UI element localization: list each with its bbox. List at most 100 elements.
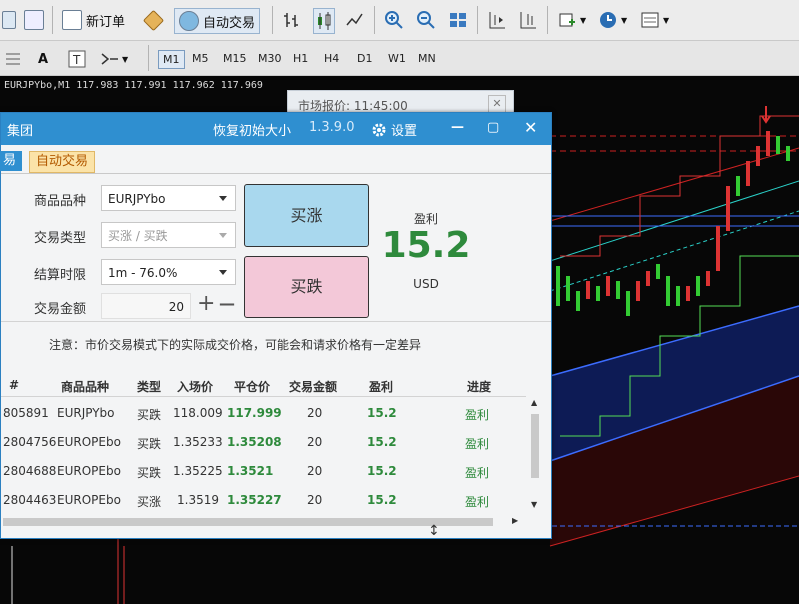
amount-input[interactable]: 20 [101, 293, 191, 319]
amount-value: 20 [168, 300, 184, 314]
indicators-icon[interactable]: ▼ [557, 8, 586, 32]
col-header-close: 平仓价 [234, 380, 271, 394]
call-button[interactable]: 买涨 [244, 184, 369, 247]
auto-trading-button[interactable]: 自动交易 [174, 8, 261, 34]
table-row[interactable]: 2804688 EUROPEbo 买跌 1.35225 1.3521 20 15… [1, 458, 526, 486]
timeframe-mn[interactable]: MN [414, 50, 440, 67]
row-progress: 盈利 [465, 408, 490, 422]
col-header-entry: 入场价 [177, 380, 214, 394]
text-label-icon[interactable]: T [68, 47, 86, 71]
bar-chart-icon[interactable] [282, 8, 302, 32]
trading-panel: 集团 恢复初始大小 1.3.9.0 设置 — ▢ ✕ 易 自动交易 商品品种 E… [0, 112, 552, 539]
plus-icon[interactable]: + [197, 291, 215, 316]
zoom-in-icon[interactable] [384, 8, 404, 32]
close-icon[interactable]: ✕ [488, 95, 506, 113]
row-progress: 盈利 [465, 466, 490, 480]
row-symbol: EURJPYbo [57, 406, 115, 420]
candlestick-icon[interactable] [313, 8, 335, 34]
row-close: 1.35227 [227, 493, 282, 507]
timeframe-m15[interactable]: M15 [219, 50, 251, 67]
scroll-up-icon[interactable]: ▲ [531, 398, 537, 407]
chevron-down-icon [219, 233, 227, 238]
col-header-symbol: 商品品种 [61, 380, 110, 394]
restore-size-button[interactable]: 恢复初始大小 [213, 120, 291, 139]
row-progress: 盈利 [465, 437, 490, 451]
periods-clock-icon[interactable]: ▼ [598, 8, 627, 32]
row-close: 1.35208 [227, 435, 282, 449]
candles [556, 106, 790, 316]
row-profit: 15.2 [367, 435, 397, 449]
tile-windows-icon[interactable] [448, 8, 468, 32]
timeframe-h4[interactable]: H4 [320, 50, 343, 67]
settings-button[interactable]: 设置 [371, 120, 417, 139]
expiry-label: 结算时限 [33, 268, 86, 283]
divider [148, 45, 149, 71]
scrollbar-thumb[interactable] [3, 518, 493, 526]
row-type: 买跌 [137, 437, 162, 451]
timeframe-m5[interactable]: M5 [188, 50, 213, 67]
timeframe-d1[interactable]: D1 [353, 50, 376, 67]
close-icon[interactable]: ✕ [524, 118, 537, 137]
line-chart-icon[interactable] [345, 8, 365, 32]
row-symbol: EUROPEbo [57, 464, 121, 478]
vertical-scrollbar[interactable]: ▲ ▼ [528, 396, 542, 514]
table-row[interactable]: 2804756 EUROPEbo 买跌 1.35233 1.35208 20 1… [1, 429, 526, 457]
horizontal-scrollbar[interactable]: ▶ [1, 515, 526, 529]
row-entry: 1.3519 [177, 493, 219, 507]
arrows-tool-icon[interactable]: ▼ [98, 47, 128, 71]
maximize-icon[interactable]: ▢ [487, 120, 499, 135]
profit-value: 15.2 [381, 225, 471, 266]
minimize-icon[interactable]: — [451, 120, 464, 135]
table-row[interactable]: 805891 EURJPYbo 买跌 118.009 117.999 20 15… [1, 400, 526, 428]
row-entry: 1.35233 [173, 435, 223, 449]
trade-type-value: 买涨 / 买跌 [108, 229, 168, 243]
main-toolbar: 新订单 自动交易 ▼ ▼ ▼ [0, 0, 799, 41]
templates-icon[interactable]: ▼ [640, 8, 669, 32]
scroll-down-icon[interactable]: ▼ [531, 500, 537, 509]
chart-search-icon[interactable] [24, 8, 48, 32]
row-amount: 20 [307, 435, 323, 449]
expiry-select[interactable]: 1m - 76.0% [101, 259, 236, 285]
row-close: 1.3521 [227, 464, 274, 478]
row-profit: 15.2 [367, 493, 397, 507]
scrollbar-thumb[interactable] [531, 414, 539, 478]
row-profit: 15.2 [367, 464, 397, 478]
tab-auto-trading[interactable]: 自动交易 [29, 151, 96, 173]
trade-type-select[interactable]: 买涨 / 买跌 [101, 222, 236, 248]
gear-icon [372, 123, 386, 136]
timeframe-w1[interactable]: W1 [384, 50, 410, 67]
metaeditor-icon[interactable] [142, 8, 165, 32]
resize-cursor-icon: ↕ [428, 523, 440, 539]
divider [52, 6, 53, 34]
table-row[interactable]: 2804463 EUROPEbo 买涨 1.3519 1.35227 20 15… [1, 487, 526, 515]
put-button[interactable]: 买跌 [244, 256, 369, 318]
svg-text:T: T [72, 53, 81, 67]
row-type: 买跌 [137, 408, 162, 422]
zoom-out-icon[interactable] [416, 8, 436, 32]
chart-shift-icon[interactable] [487, 8, 507, 32]
grid-lines-icon[interactable] [4, 47, 22, 71]
panel-titlebar[interactable]: 集团 恢复初始大小 1.3.9.0 设置 — ▢ ✕ [1, 113, 551, 145]
chevron-down-icon [219, 270, 227, 275]
new-order-icon [62, 10, 82, 30]
row-amount: 20 [307, 493, 323, 507]
divider [272, 6, 273, 34]
minus-icon[interactable]: — [219, 294, 235, 313]
scroll-right-icon[interactable]: ▶ [512, 516, 518, 525]
version-label: 1.3.9.0 [309, 120, 355, 135]
timeframe-m1[interactable]: M1 [158, 50, 185, 69]
row-symbol: EUROPEbo [57, 435, 121, 449]
row-entry: 1.35225 [173, 464, 223, 478]
symbol-select[interactable]: EURJPYbo [101, 185, 236, 211]
tab-trade[interactable]: 易 [0, 151, 23, 171]
row-close: 117.999 [227, 406, 282, 420]
divider [1, 396, 526, 397]
timeframe-m30[interactable]: M30 [254, 50, 286, 67]
window-icon[interactable] [2, 8, 20, 32]
band-line [560, 115, 799, 257]
row-progress: 盈利 [465, 495, 490, 509]
text-tool-icon[interactable]: A [38, 47, 48, 71]
timeframe-h1[interactable]: H1 [289, 50, 312, 67]
new-order-button[interactable]: 新订单 [62, 8, 125, 32]
autoscroll-icon[interactable] [518, 8, 538, 32]
